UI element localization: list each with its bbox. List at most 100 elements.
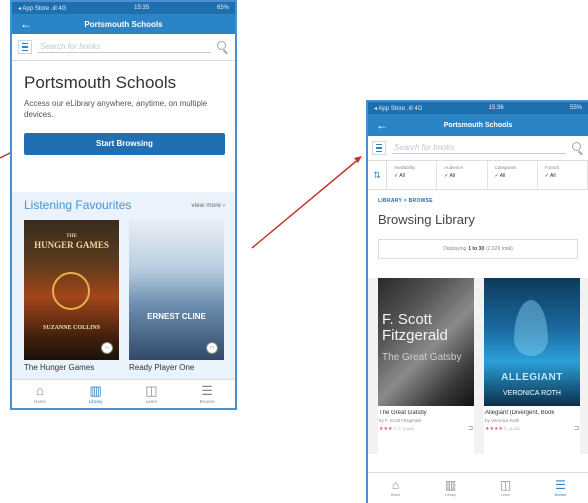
book-title[interactable]: Allegiant (Divergent, Book <box>485 410 580 416</box>
header-title: Portsmouth Schools <box>84 19 163 29</box>
book-grid: F. Scott Fitzgerald The Great Gatsby The… <box>368 278 588 454</box>
filter-value: ✓ All <box>444 173 456 179</box>
book-cover[interactable]: F. Scott Fitzgerald The Great Gatsby <box>378 278 474 406</box>
view-more-link[interactable]: view more › <box>191 202 225 209</box>
library-title: Portsmouth Schools <box>24 73 177 92</box>
nav-label: Learn <box>145 399 158 404</box>
header-title: Portsmouth Schools <box>443 121 513 129</box>
filter-value: ✓ All <box>394 173 405 179</box>
library-icon: ▥ <box>89 383 102 398</box>
search-bar <box>12 34 235 61</box>
filter-label: Categories <box>494 165 517 170</box>
filter-value: ✓ All <box>544 173 556 179</box>
library-description: Access our eLibrary anywhere, anytime, o… <box>24 99 208 119</box>
sort-icon[interactable]: ⇅ <box>368 161 387 189</box>
search-icon[interactable] <box>572 142 584 154</box>
rating-count: (4,116) <box>508 426 520 431</box>
annotation-arrowhead-right <box>354 156 362 163</box>
nav-browse[interactable]: ☰ Browse <box>533 473 588 503</box>
nav-label: Browse <box>199 399 215 404</box>
book-card[interactable]: ERNEST CLINE ∩ Ready Player One <box>129 220 224 372</box>
list-icon: ☰ <box>555 478 566 492</box>
star-rating: ★★★☆☆ (2,618) <box>379 426 414 432</box>
book-card[interactable]: F. Scott Fitzgerald The Great Gatsby The… <box>378 278 474 454</box>
book-cover[interactable]: THE HUNGER GAMES SUZANNE COLLINS ∩ <box>24 220 119 360</box>
nav-label: Library <box>445 493 456 497</box>
filter-availability[interactable]: Availability ✓ All <box>387 161 438 189</box>
search-bar <box>368 136 588 161</box>
filter-label: Audience <box>444 165 464 170</box>
library-icon: ▥ <box>444 478 457 492</box>
book-cover[interactable]: ALLEGIANT VERONICA ROTH <box>484 278 580 406</box>
book-icon: ◫ <box>145 383 158 398</box>
rating-stars: ★★★★☆ <box>485 425 508 432</box>
section-title: Listening Favourites <box>24 198 132 212</box>
nav-learn[interactable]: ◫ Learn <box>478 473 533 503</box>
home-icon: ⌂ <box>391 478 400 492</box>
status-bar: ◂ App Store .ıll 4G 15:36 55% <box>368 102 588 114</box>
breadcrumb[interactable]: LIBRARY > BROWSE <box>368 190 588 204</box>
cover-author: SUZANNE COLLINS <box>42 325 101 331</box>
status-carrier: ◂ App Store .ıll 4G <box>18 5 67 12</box>
results-total: (2,629 total) <box>486 246 513 252</box>
mockingjay-icon <box>52 272 90 310</box>
nav-label: Browse <box>554 493 567 497</box>
cover-title: ALLEGIANT <box>501 372 563 383</box>
filter-categories[interactable]: Categories ✓ All <box>488 161 538 189</box>
search-icon[interactable] <box>217 41 229 53</box>
cover-title: HUNGER GAMES <box>34 240 109 250</box>
status-time: 15:36 <box>488 105 504 111</box>
cover-title: The Great Gatsby <box>382 352 462 363</box>
bookmark-icon[interactable]: ⊐ <box>574 425 579 432</box>
book-icon: ◫ <box>499 478 512 492</box>
phone-screen-browse: ◂ App Store .ıll 4G 15:36 55% ← Portsmou… <box>366 100 588 503</box>
book-title[interactable]: The Hunger Games <box>24 363 119 372</box>
nav-label: Home <box>33 399 46 404</box>
star-rating: ★★★★☆ (4,116) <box>485 426 520 432</box>
book-author[interactable]: by Veronica Roth <box>485 418 580 423</box>
book-author[interactable]: by F. Scott Fitzgerald <box>379 418 474 423</box>
book-cover[interactable]: ERNEST CLINE ∩ <box>129 220 224 360</box>
bookmark-icon[interactable]: ⊐ <box>468 425 473 432</box>
menu-icon[interactable] <box>18 40 32 54</box>
nav-browse[interactable]: ☰ Browse <box>179 380 235 408</box>
bottom-nav: ⌂ Home ▥ Library ◫ Learn ☰ Browse <box>368 472 588 503</box>
home-icon: ⌂ <box>35 383 44 398</box>
results-range: 1 to 30 <box>468 246 485 252</box>
app-header: ← Portsmouth Schools <box>368 114 588 136</box>
headphones-icon: ∩ <box>101 342 113 354</box>
page-title: Browsing Library <box>378 212 475 227</box>
back-arrow-icon[interactable]: ← <box>20 17 32 31</box>
library-intro: Portsmouth Schools Access our eLibrary a… <box>12 61 235 121</box>
filter-audience[interactable]: Audience ✓ All <box>437 161 488 189</box>
filter-value: ✓ All <box>494 173 506 179</box>
annotation-arrow-right <box>251 157 361 249</box>
filter-format[interactable]: Format ✓ All <box>538 161 588 189</box>
rating-count: (2,618) <box>402 426 414 431</box>
menu-icon[interactable] <box>372 141 386 155</box>
nav-label: Home <box>390 493 401 497</box>
nav-library[interactable]: ▥ Library <box>423 473 478 503</box>
status-battery: 65% <box>216 5 229 11</box>
nav-home[interactable]: ⌂ Home <box>368 473 423 503</box>
cover-author: ERNEST CLINE <box>147 312 206 321</box>
search-input[interactable] <box>38 41 211 53</box>
results-count: Displaying 1 to 30 (2,629 total) <box>378 239 578 259</box>
back-arrow-icon[interactable]: ← <box>376 118 388 132</box>
nav-home[interactable]: ⌂ Home <box>12 380 68 408</box>
filter-label: Format <box>544 165 560 170</box>
phone-screen-home: ◂ App Store .ıll 4G 15:35 65% ← Portsmou… <box>10 0 237 410</box>
start-browsing-button[interactable]: Start Browsing <box>24 132 225 155</box>
feather-icon <box>514 300 548 356</box>
nav-library[interactable]: ▥ Library <box>68 380 124 408</box>
nav-learn[interactable]: ◫ Learn <box>124 380 180 408</box>
book-card[interactable]: ALLEGIANT VERONICA ROTH Allegiant (Diver… <box>484 278 580 454</box>
cover-text: THE <box>66 234 77 239</box>
book-title[interactable]: Ready Player One <box>129 363 224 372</box>
search-input[interactable] <box>392 142 566 154</box>
cover-author: VERONICA ROTH <box>503 390 561 397</box>
book-card[interactable]: THE HUNGER GAMES SUZANNE COLLINS ∩ The H… <box>24 220 119 372</box>
status-bar: ◂ App Store .ıll 4G 15:35 65% <box>12 2 235 14</box>
book-title[interactable]: The Great Gatsby <box>379 410 474 416</box>
listening-favourites-section: Listening Favourites view more › THE HUN… <box>12 192 235 382</box>
